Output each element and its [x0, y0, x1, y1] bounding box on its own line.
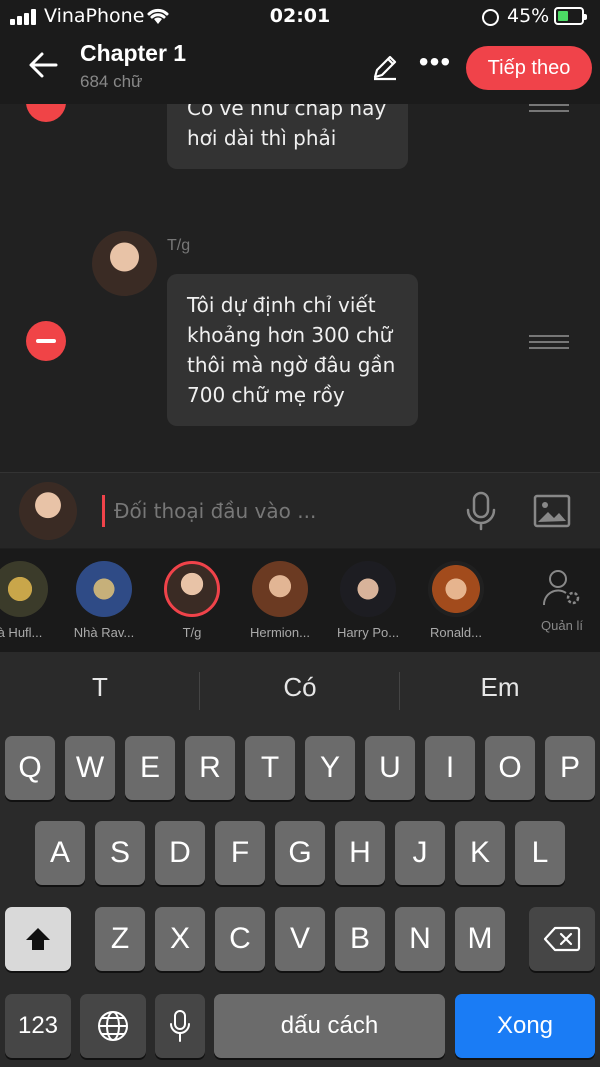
character-name: Ronald... — [429, 625, 483, 640]
suggestion-bar: T Có Em — [0, 652, 600, 730]
remove-message-button[interactable] — [26, 104, 66, 122]
globe-key[interactable] — [80, 994, 146, 1058]
key-o[interactable]: O — [485, 736, 535, 800]
key-u[interactable]: U — [365, 736, 415, 800]
message-bubble[interactable]: Tôi dự định chỉ viết khoảng hơn 300 chữ … — [167, 274, 418, 426]
key-r[interactable]: R — [185, 736, 235, 800]
speaker-name: T/g — [167, 237, 191, 254]
character-name: T/g — [182, 625, 202, 640]
globe-icon — [98, 1011, 128, 1041]
more-options-icon[interactable]: ••• — [415, 48, 455, 79]
shift-key[interactable] — [5, 907, 71, 971]
back-arrow-icon[interactable] — [26, 48, 60, 82]
character-item[interactable]: à Hufl... — [0, 561, 56, 640]
character-avatar — [428, 561, 484, 617]
key-d[interactable]: D — [155, 821, 205, 885]
drag-handle-icon[interactable] — [529, 104, 569, 112]
key-a[interactable]: A — [35, 821, 85, 885]
character-item[interactable]: Nhà Rav... — [68, 561, 140, 640]
character-avatar — [164, 561, 220, 617]
character-avatar — [252, 561, 308, 617]
battery-percent: 45% — [507, 5, 550, 27]
chapter-title: Chapter 1 — [80, 40, 187, 66]
message-bubble[interactable]: Có vẻ như chap này hơi dài thì phải — [167, 104, 408, 169]
character-name: à Hufl... — [0, 625, 43, 640]
key-c[interactable]: C — [215, 907, 265, 971]
pencil-icon[interactable] — [370, 52, 400, 82]
speaker-avatar[interactable] — [92, 231, 157, 296]
key-t[interactable]: T — [245, 736, 295, 800]
battery-icon — [554, 7, 587, 25]
orientation-lock-icon — [482, 9, 499, 26]
current-speaker-avatar[interactable] — [19, 482, 77, 540]
key-v[interactable]: V — [275, 907, 325, 971]
key-f[interactable]: F — [215, 821, 265, 885]
character-item[interactable]: Harry Po... — [332, 561, 404, 640]
key-w[interactable]: W — [65, 736, 115, 800]
suggestion[interactable]: Em — [400, 672, 600, 703]
next-button[interactable]: Tiếp theo — [466, 46, 592, 90]
image-icon[interactable] — [532, 491, 572, 531]
key-g[interactable]: G — [275, 821, 325, 885]
key-y[interactable]: Y — [305, 736, 355, 800]
key-b[interactable]: B — [335, 907, 385, 971]
key-z[interactable]: Z — [95, 907, 145, 971]
key-h[interactable]: H — [335, 821, 385, 885]
person-gear-icon — [542, 570, 580, 606]
remove-message-button[interactable] — [26, 321, 66, 361]
key-e[interactable]: E — [125, 736, 175, 800]
key-m[interactable]: M — [455, 907, 505, 971]
text-cursor — [102, 495, 105, 527]
character-name: Harry Po... — [336, 625, 400, 640]
numbers-key[interactable]: 123 — [5, 994, 71, 1058]
character-name: Hermion... — [250, 625, 310, 640]
key-j[interactable]: J — [395, 821, 445, 885]
keyboard: T Có Em Q W E R T Y U I O P A S D F G H … — [0, 652, 600, 1067]
done-key[interactable]: Xong — [455, 994, 595, 1058]
character-avatar — [0, 561, 48, 617]
backspace-icon — [543, 926, 581, 952]
key-x[interactable]: X — [155, 907, 205, 971]
shift-arrow-icon — [26, 928, 50, 950]
key-k[interactable]: K — [455, 821, 505, 885]
key-l[interactable]: L — [515, 821, 565, 885]
status-bar: VinaPhone 02:01 45% — [0, 0, 600, 34]
chapter-header: Chapter 1 684 chữ ••• Tiếp theo — [0, 34, 600, 104]
key-n[interactable]: N — [395, 907, 445, 971]
drag-handle-icon[interactable] — [529, 335, 569, 349]
key-p[interactable]: P — [545, 736, 595, 800]
suggestion[interactable]: Có — [200, 672, 400, 703]
manage-characters-button[interactable]: Quản lí — [532, 567, 592, 633]
chat-area: Có vẻ như chap này hơi dài thì phải T/g … — [0, 104, 600, 472]
key-i[interactable]: I — [425, 736, 475, 800]
dialogue-input-bar — [0, 472, 600, 548]
key-s[interactable]: S — [95, 821, 145, 885]
character-item[interactable]: Ronald... — [420, 561, 492, 640]
character-item-selected[interactable]: T/g — [156, 561, 228, 640]
dictation-key[interactable] — [155, 994, 205, 1058]
character-item[interactable]: Hermion... — [244, 561, 316, 640]
space-key[interactable]: dấu cách — [214, 994, 445, 1058]
microphone-icon[interactable] — [463, 491, 499, 531]
character-name: Nhà Rav... — [73, 625, 135, 640]
microphone-icon — [170, 1010, 190, 1042]
backspace-key[interactable] — [529, 907, 595, 971]
character-avatar — [76, 561, 132, 617]
dialogue-input[interactable] — [114, 495, 444, 527]
suggestion[interactable]: T — [0, 672, 200, 703]
manage-label: Quản lí — [541, 618, 583, 633]
word-count: 684 chữ — [80, 72, 143, 91]
character-avatar — [340, 561, 396, 617]
key-q[interactable]: Q — [5, 736, 55, 800]
character-strip: à Hufl... Nhà Rav... T/g Hermion... Harr… — [0, 549, 600, 652]
